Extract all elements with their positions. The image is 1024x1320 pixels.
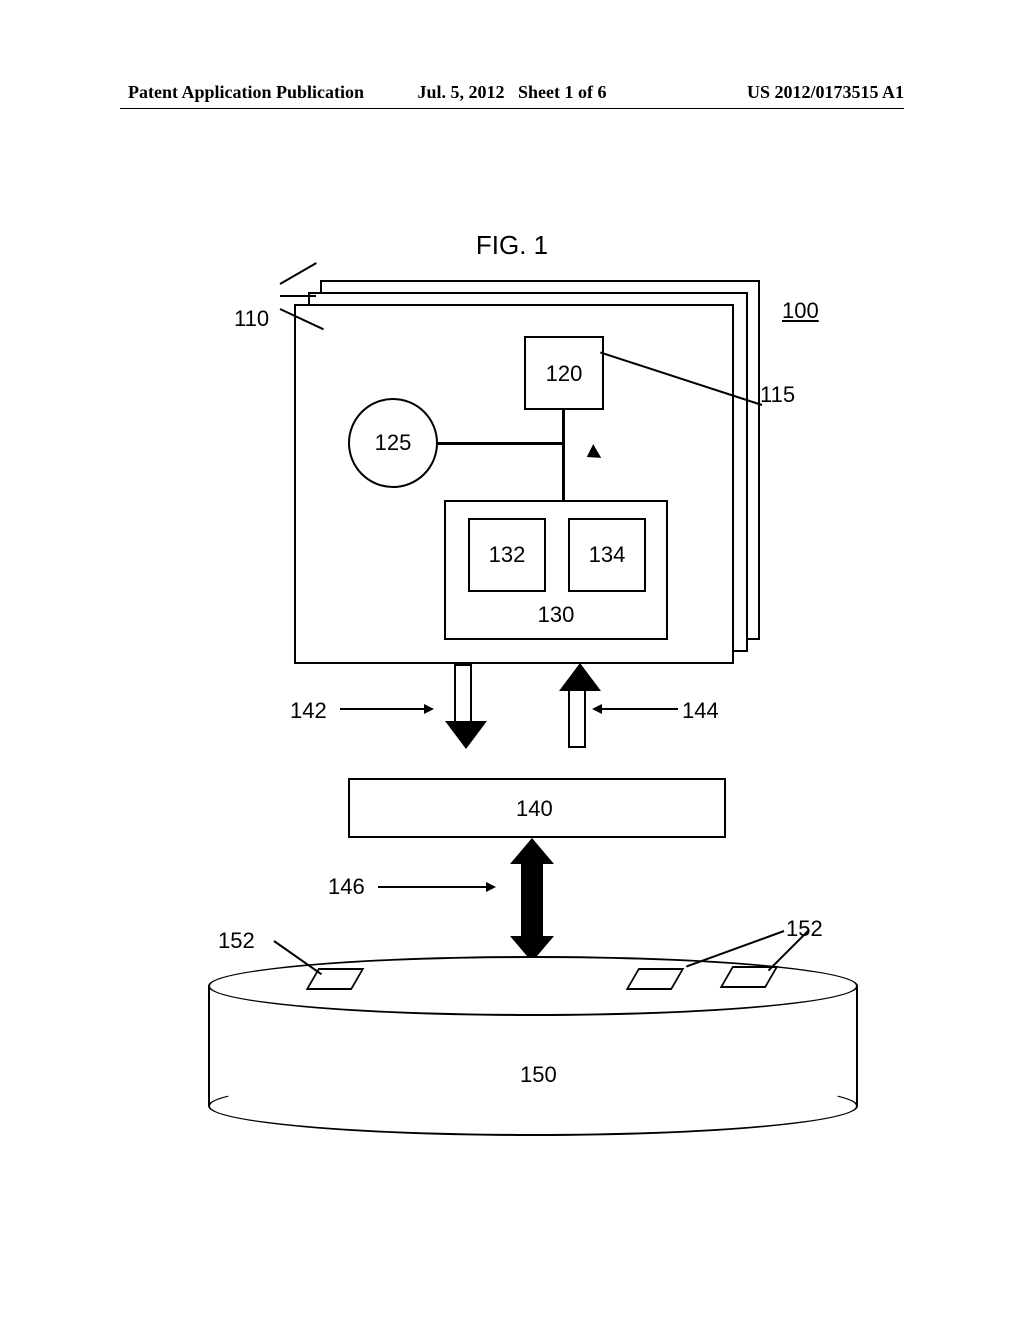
label-110: 110 xyxy=(234,306,269,332)
page-header: Patent Application Publication Jul. 5, 2… xyxy=(0,82,1024,103)
label-115: 115 xyxy=(760,382,795,408)
label-140: 140 xyxy=(516,796,553,822)
figure-1-diagram: 120 125 132 134 130 110 100 115 142 144 … xyxy=(142,280,882,1080)
header-center: Jul. 5, 2012 Sheet 1 of 6 xyxy=(417,82,606,103)
arrow-146 xyxy=(512,838,552,962)
header-rule xyxy=(120,108,904,109)
box-132: 132 xyxy=(468,518,546,592)
header-left: Patent Application Publication xyxy=(128,82,364,103)
arrow-144 xyxy=(562,664,592,748)
arrow-142 xyxy=(448,664,478,748)
leader-146 xyxy=(378,886,494,888)
label-150: 150 xyxy=(520,1062,557,1088)
figure-title: FIG. 1 xyxy=(476,230,548,261)
label-130: 130 xyxy=(446,602,666,628)
label-152-right: 152 xyxy=(786,916,823,942)
box-130: 132 134 130 xyxy=(444,500,668,640)
label-142: 142 xyxy=(290,698,327,724)
box-134: 134 xyxy=(568,518,646,592)
circle-125: 125 xyxy=(348,398,438,488)
label-144: 144 xyxy=(682,698,719,724)
box-120: 120 xyxy=(524,336,604,410)
connector-125 xyxy=(438,442,564,445)
header-pubno: US 2012/0173515 A1 xyxy=(747,82,904,103)
connector-120-130 xyxy=(562,410,565,500)
leader-144 xyxy=(602,708,678,710)
label-146: 146 xyxy=(328,874,365,900)
leader-110 xyxy=(280,295,316,297)
label-100: 100 xyxy=(782,298,819,324)
label-152-left: 152 xyxy=(218,928,255,954)
leader-110 xyxy=(280,262,317,285)
leader-142 xyxy=(340,708,432,710)
